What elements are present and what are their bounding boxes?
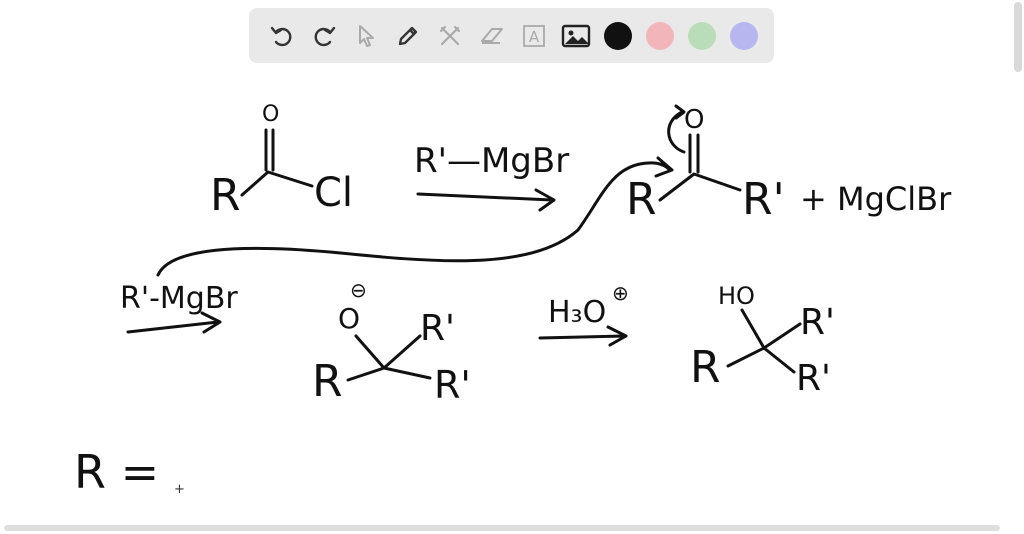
alkoxide-r-prime-2: R' [434, 363, 471, 407]
reactant-bonds [240, 170, 314, 197]
alcohol-r-group: R [690, 342, 721, 393]
alkoxide-r-group: R [312, 356, 343, 407]
reactant-r-group: R [210, 170, 241, 221]
horizontal-scrollbar[interactable] [4, 525, 1000, 531]
vertical-scrollbar[interactable] [1014, 2, 1022, 72]
reaction-arrow-1 [416, 188, 556, 212]
alcohol-bonds [726, 308, 802, 374]
alcohol-r-prime-1: R' [800, 302, 835, 343]
carbonyl-double-bond [264, 128, 275, 172]
byproduct-salt: + MgClBr [800, 180, 952, 218]
ketone-r-group: R [626, 174, 657, 225]
curved-arrow-to-oxygen [667, 104, 686, 154]
reactant-carbonyl-oxygen: O [262, 102, 279, 127]
ketone-r-prime: R' [742, 174, 785, 225]
alcohol-r-prime-2: R' [796, 358, 831, 399]
hydronium-charge: ⊕ [612, 281, 629, 305]
alkoxide-bonds [346, 334, 432, 382]
crosshair-cursor-icon: + [174, 482, 185, 497]
grignard-reagent-1: R'—MgBr [414, 141, 569, 181]
whiteboard-canvas[interactable]: O R Cl R'—MgBr O R R' + MgClBr R'-MgBr ⊖… [0, 0, 1024, 534]
grignard-reagent-2: R'-MgBr [120, 281, 238, 316]
alkoxide-r-prime-1: R' [420, 308, 455, 349]
r-definition-note: R = [74, 445, 159, 499]
alkoxide-oxygen: O [338, 302, 360, 335]
ketone-double-bond [688, 133, 700, 174]
reactant-leaving-group: Cl [314, 170, 353, 216]
ketone-bonds [658, 172, 742, 202]
alcohol-hydroxyl: HO [718, 282, 755, 310]
alkoxide-charge: ⊖ [350, 278, 367, 302]
ketone-oxygen: O [684, 105, 704, 135]
hydronium-reagent: H₃O [548, 295, 606, 330]
